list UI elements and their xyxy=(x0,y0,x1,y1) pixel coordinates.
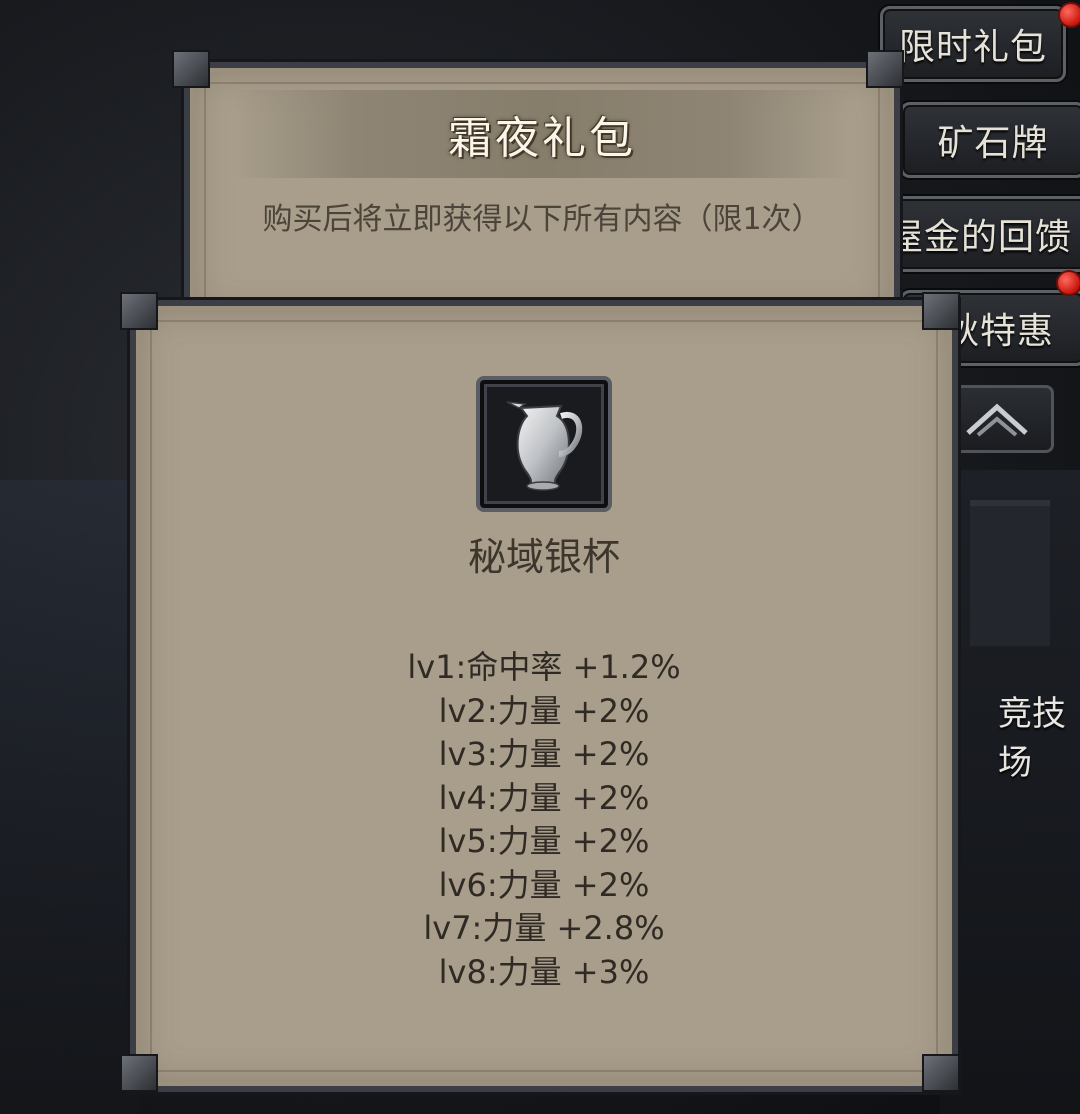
stat-line: lv7:力量 +2.8% xyxy=(423,909,665,947)
stat-list: lv1:命中率 +1.2% lv2:力量 +2% lv3:力量 +2% lv4:… xyxy=(136,646,952,994)
arena-label[interactable]: 竞技场 xyxy=(998,686,1080,784)
stat-line: lv4:力量 +2% xyxy=(438,778,650,817)
item-detail-panel: 秘域银杯 lv1:命中率 +1.2% lv2:力量 +2% lv3:力量 +2%… xyxy=(130,300,958,1092)
gold-reward-button[interactable]: 屋金的回馈 xyxy=(880,196,1080,272)
item-slot[interactable] xyxy=(476,376,612,512)
notification-dot xyxy=(1056,270,1080,296)
frame-corner xyxy=(922,1054,960,1092)
item-name: 秘域银杯 xyxy=(467,535,620,579)
frame-corner xyxy=(866,50,904,88)
frame-corner xyxy=(120,1054,158,1092)
page-title: 霜夜礼包 xyxy=(448,113,636,164)
limited-pack-button[interactable]: 限时礼包 xyxy=(880,6,1066,82)
stat-line: lv8:力量 +3% xyxy=(438,952,650,991)
frame-corner xyxy=(120,292,158,330)
silver-cup-icon xyxy=(506,401,583,491)
frame-corner xyxy=(172,50,210,88)
stat-line: lv1:命中率 +1.2% xyxy=(407,648,681,686)
notification-dot xyxy=(1058,2,1080,28)
stat-line: lv5:力量 +2% xyxy=(438,822,650,860)
background-left xyxy=(0,480,140,1114)
stat-line: lv6:力量 +2% xyxy=(438,865,650,904)
stat-line: lv2:力量 +2% xyxy=(438,691,650,730)
pack-description: 购买后将立即获得以下所有内容（限1次） xyxy=(262,202,822,237)
chevron-up-icon xyxy=(966,403,1028,437)
stat-line: lv3:力量 +2% xyxy=(438,735,650,773)
background-tower xyxy=(970,500,1050,646)
frame-corner xyxy=(922,292,960,330)
ore-card-button[interactable]: 矿石牌 xyxy=(900,102,1080,178)
gift-pack-panel: 霜夜礼包 购买后将立即获得以下所有内容（限1次） xyxy=(184,62,900,324)
